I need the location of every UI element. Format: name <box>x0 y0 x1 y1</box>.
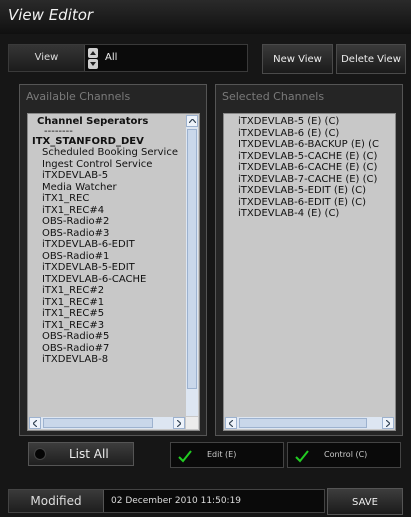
selected-channels-list[interactable]: iTXDEVLAB-5 (E) (C) iTXDEVLAB-6 (E) (C) … <box>223 113 396 431</box>
list-item[interactable]: iTXDEVLAB-5-CACHE (E) (C) <box>226 151 381 163</box>
list-item[interactable]: iTX1_REC#3 <box>30 320 185 332</box>
title-bar: View Editor <box>0 0 411 34</box>
chevron-down-icon[interactable] <box>88 58 98 69</box>
list-item[interactable]: iTX1_REC#1 <box>30 297 185 309</box>
list-item[interactable]: Channel Seperators <box>30 116 185 128</box>
list-item[interactable]: Media Watcher <box>30 182 185 194</box>
view-selector: View All <box>8 44 248 72</box>
list-item[interactable]: OBS-Radio#5 <box>30 331 185 343</box>
list-item[interactable]: OBS-Radio#7 <box>30 343 185 355</box>
list-item[interactable]: iTXDEVLAB-8 <box>30 354 185 366</box>
list-item[interactable]: iTX1_REC#2 <box>30 285 185 297</box>
delete-view-button[interactable]: Delete View <box>336 44 406 74</box>
list-item[interactable]: iTXDEVLAB-6-EDIT <box>30 239 185 251</box>
scroll-left-icon[interactable] <box>29 417 41 429</box>
horizontal-scrollbar[interactable] <box>225 417 394 429</box>
selected-channels-title: Selected Channels <box>222 90 325 103</box>
list-item[interactable]: iTXDEVLAB-6 (E) (C) <box>226 128 381 140</box>
scroll-thumb[interactable] <box>187 129 197 389</box>
selected-channels-panel: Selected Channels iTXDEVLAB-5 (E) (C) iT… <box>215 84 403 436</box>
scroll-left-icon[interactable] <box>225 417 237 429</box>
view-button[interactable]: View <box>9 45 85 71</box>
list-item[interactable]: iTXDEVLAB-7-CACHE (E) (C) <box>226 174 381 186</box>
list-item[interactable]: iTXDEVLAB-5 (E) (C) <box>226 116 381 128</box>
scroll-thumb[interactable] <box>239 418 367 428</box>
scroll-thumb[interactable] <box>43 418 153 428</box>
list-all-button[interactable]: List All <box>28 442 134 466</box>
chevron-up-icon[interactable] <box>88 47 98 58</box>
view-value: All <box>105 52 118 63</box>
list-item[interactable]: OBS-Radio#1 <box>30 251 185 263</box>
scrollbar-corner <box>186 417 198 429</box>
list-item[interactable]: iTX1_REC <box>30 193 185 205</box>
scroll-up-icon[interactable] <box>186 115 198 127</box>
horizontal-scrollbar[interactable] <box>29 417 185 429</box>
view-stepper[interactable] <box>87 47 99 69</box>
available-channels-title: Available Channels <box>26 90 131 103</box>
list-item[interactable]: OBS-Radio#2 <box>30 216 185 228</box>
checkmark-icon <box>295 448 309 467</box>
list-all-label: List All <box>69 447 109 461</box>
modified-label: Modified <box>9 490 104 512</box>
list-item[interactable]: iTX1_REC#4 <box>30 205 185 217</box>
vertical-scrollbar[interactable] <box>186 115 198 416</box>
checkmark-icon <box>178 448 192 467</box>
list-item[interactable]: iTX1_REC#5 <box>30 308 185 320</box>
radio-icon[interactable] <box>34 448 46 460</box>
control-label: Control (C) <box>324 450 368 459</box>
status-bar: Modified 02 December 2010 11:50:19 <box>8 489 325 513</box>
list-item[interactable]: ITXDEVLAB-6-CACHE <box>30 274 185 286</box>
list-item[interactable]: ITXDEVLAB-6-BACKUP (E) (C <box>226 139 381 151</box>
list-item[interactable]: ITX_STANFORD_DEV <box>30 136 185 148</box>
list-item[interactable]: OBS-Radio#3 <box>30 228 185 240</box>
edit-label: Edit (E) <box>207 450 237 459</box>
list-item[interactable]: iTXDEVLAB-4 (E) (C) <box>226 208 381 220</box>
scroll-right-icon[interactable] <box>173 417 185 429</box>
list-item[interactable]: iTXDEVLAB-5 <box>30 170 185 182</box>
modified-timestamp: 02 December 2010 11:50:19 <box>111 496 242 506</box>
available-channels-list[interactable]: Channel Seperators -------- ITX_STANFORD… <box>27 113 200 431</box>
list-item[interactable]: iTXDEVLAB-6-CACHE (E) (C) <box>226 162 381 174</box>
scroll-right-icon[interactable] <box>382 417 394 429</box>
list-item[interactable]: Ingest Control Service <box>30 159 185 171</box>
save-button[interactable]: SAVE <box>327 488 403 515</box>
new-view-button[interactable]: New View <box>262 44 333 74</box>
list-item[interactable]: iTXDEVLAB-5-EDIT (E) (C) <box>226 185 381 197</box>
list-item[interactable]: Scheduled Booking Service <box>30 147 185 159</box>
list-item[interactable]: -------- <box>30 128 185 136</box>
available-channels-panel: Available Channels Channel Seperators --… <box>19 84 207 436</box>
control-toggle[interactable]: Control (C) <box>287 442 401 468</box>
list-item[interactable]: iTXDEVLAB-5-EDIT <box>30 262 185 274</box>
window-title: View Editor <box>8 6 94 24</box>
list-item[interactable]: iTXDEVLAB-6-EDIT (E) (C) <box>226 197 381 209</box>
edit-toggle[interactable]: Edit (E) <box>170 442 284 468</box>
